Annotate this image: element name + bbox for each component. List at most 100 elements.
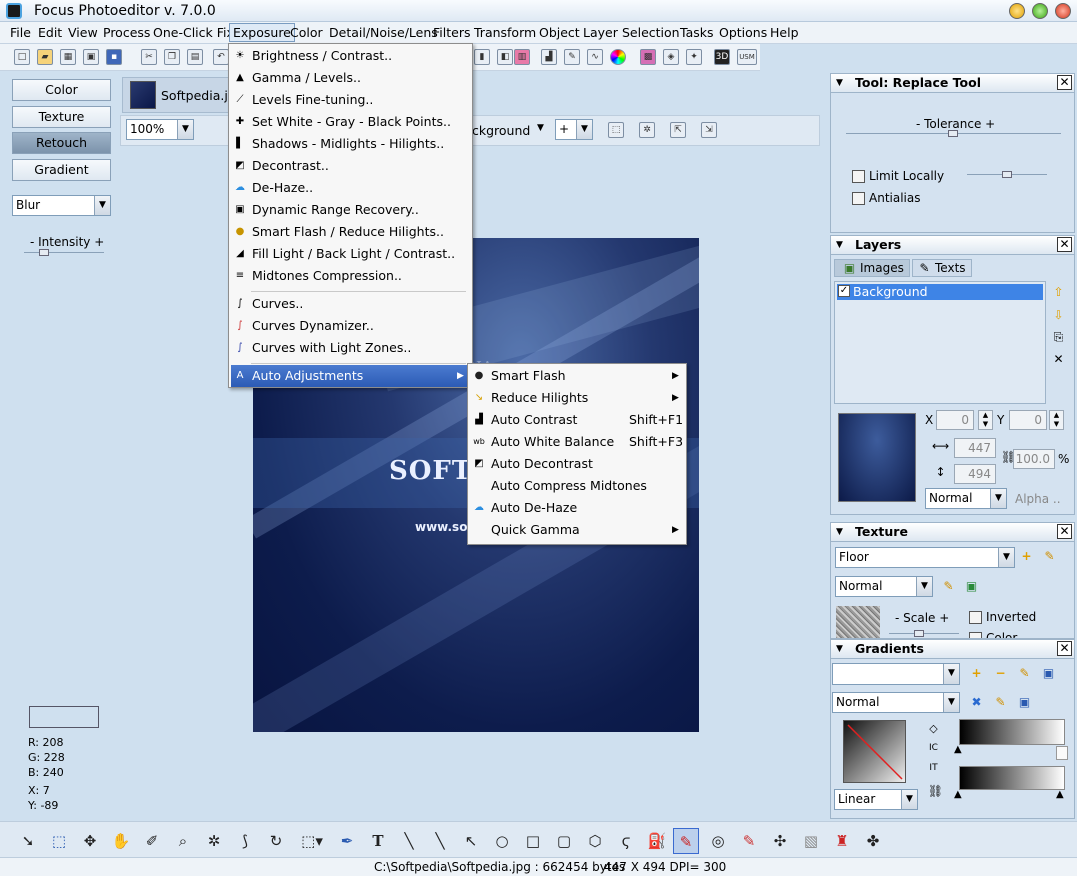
color-checkbox[interactable] bbox=[969, 632, 982, 638]
gradient-button[interactable]: Gradient bbox=[12, 159, 111, 181]
pen-icon[interactable]: ✎ bbox=[564, 49, 580, 65]
layer-y-input[interactable]: 0 bbox=[1009, 410, 1047, 430]
undo-icon[interactable]: ↶ bbox=[213, 49, 229, 65]
menu-fill-light[interactable]: ◢ Fill Light / Back Light / Contrast.. bbox=[231, 243, 470, 265]
retouch-tool-select[interactable]: Blur ▼ bbox=[12, 195, 111, 216]
tab-images[interactable]: ▣ Images bbox=[834, 259, 910, 277]
it-icon[interactable]: IT bbox=[925, 760, 942, 777]
load-icon[interactable]: ✎ bbox=[992, 694, 1009, 711]
scale-slider[interactable] bbox=[889, 633, 959, 634]
menu-auto-adjustments[interactable]: A Auto Adjustments ▶ bbox=[231, 365, 470, 387]
menu-options[interactable]: Options bbox=[719, 25, 767, 40]
menu-layer[interactable]: Layer bbox=[583, 25, 618, 40]
replace-tool-icon[interactable]: ✎ bbox=[673, 828, 699, 854]
open-icon[interactable]: ▰ bbox=[37, 49, 53, 65]
menu-curves[interactable]: ∫ Curves.. bbox=[231, 293, 470, 315]
save-icon[interactable]: ▣ bbox=[1040, 665, 1057, 682]
menu-dynamic-range[interactable]: ▣ Dynamic Range Recovery.. bbox=[231, 199, 470, 221]
fill-icon[interactable]: ⛽ bbox=[647, 831, 667, 851]
inverted-checkbox[interactable] bbox=[969, 611, 982, 624]
submenu-reduce-hilights[interactable]: ↘ Reduce Hilights ▶ bbox=[470, 387, 684, 409]
eraser-icon[interactable]: ▧ bbox=[801, 831, 821, 851]
curve-tool-icon[interactable]: ϛ bbox=[616, 831, 636, 851]
menu-filters[interactable]: Filters bbox=[433, 25, 470, 40]
texture-image-icon[interactable]: ▣ bbox=[963, 578, 980, 595]
y-spinner[interactable]: ▲ ▼ bbox=[1049, 410, 1064, 430]
submenu-auto-decontrast[interactable]: ◩ Auto Decontrast bbox=[470, 453, 684, 475]
background-mode-label[interactable]: ckground bbox=[472, 123, 530, 138]
close-icon[interactable]: ✕ bbox=[1057, 524, 1072, 539]
menu-midtones[interactable]: ≡ Midtones Compression.. bbox=[231, 265, 470, 287]
menu-levels-fine[interactable]: ⟋ Levels Fine-tuning.. bbox=[231, 89, 470, 111]
menu-file[interactable]: File bbox=[10, 25, 31, 40]
filter-c-icon[interactable]: ✦ bbox=[686, 49, 702, 65]
tools-icon[interactable]: ✖ bbox=[968, 694, 985, 711]
gradient-stop-right-top[interactable] bbox=[1056, 746, 1068, 760]
texture-select[interactable]: Floor ▼ bbox=[835, 547, 1015, 568]
select-rect-icon[interactable]: ⬚ bbox=[49, 831, 69, 851]
layer-opacity-input[interactable]: 100.0 bbox=[1013, 449, 1055, 469]
rectangle-icon[interactable]: □ bbox=[523, 831, 543, 851]
diamond-icon[interactable]: ◇ bbox=[925, 720, 942, 737]
free-lasso-icon[interactable]: ↻ bbox=[266, 831, 286, 851]
scale-thumb[interactable] bbox=[914, 630, 924, 637]
ellipse-icon[interactable]: ○ bbox=[492, 831, 512, 851]
hand-icon[interactable]: ✋ bbox=[111, 831, 131, 851]
limit-thumb[interactable] bbox=[1002, 171, 1012, 178]
cut-icon[interactable]: ✂ bbox=[141, 49, 157, 65]
usm-icon[interactable]: USM bbox=[737, 49, 757, 65]
intensity-slider[interactable] bbox=[24, 252, 104, 253]
save-as-icon[interactable]: ▣ bbox=[83, 49, 99, 65]
gradient-preview[interactable] bbox=[843, 720, 906, 783]
menu-object[interactable]: Object bbox=[539, 25, 580, 40]
maximize-button[interactable] bbox=[1032, 3, 1048, 19]
tool-b-icon[interactable]: ◧ bbox=[497, 49, 513, 65]
submenu-quick-gamma[interactable]: Quick Gamma ▶ bbox=[470, 519, 684, 541]
menu-selection[interactable]: Selection bbox=[622, 25, 680, 40]
close-icon[interactable]: ✕ bbox=[1057, 641, 1072, 656]
stamp-icon[interactable]: ♜ bbox=[832, 831, 852, 851]
gradient-stop-right-bottom[interactable]: ▲ bbox=[1056, 789, 1064, 800]
tool-a-icon[interactable]: ▮ bbox=[474, 49, 490, 65]
menu-brightness-contrast[interactable]: ☀ Brightness / Contrast.. bbox=[231, 45, 470, 67]
link-icon[interactable]: ⛓ bbox=[927, 783, 944, 800]
menu-exposure[interactable]: Exposure bbox=[229, 23, 295, 42]
marquee-icon[interactable]: ⬚▾ bbox=[297, 831, 327, 851]
load-icon[interactable]: ✎ bbox=[940, 578, 957, 595]
chevron-down-icon[interactable]: ▼ bbox=[537, 123, 544, 133]
gradient-type-select[interactable]: Linear ▼ bbox=[834, 789, 918, 810]
save-icon[interactable]: ▣ bbox=[1016, 694, 1033, 711]
submenu-auto-white-balance[interactable]: wb Auto White Balance Shift+F3 bbox=[470, 431, 684, 453]
retouch-tool-icon[interactable]: ✤ bbox=[863, 831, 883, 851]
minimize-button[interactable] bbox=[1009, 3, 1025, 19]
polygon-icon[interactable]: ⬡ bbox=[585, 831, 605, 851]
layers-panel-header[interactable]: ▼ Layers ✕ bbox=[830, 235, 1075, 255]
menu-decontrast[interactable]: ◩ Decontrast.. bbox=[231, 155, 470, 177]
close-icon[interactable]: ✕ bbox=[1057, 75, 1072, 90]
close-icon[interactable]: ✕ bbox=[1057, 237, 1072, 252]
add-icon[interactable]: + bbox=[968, 665, 985, 682]
color-button[interactable]: Color bbox=[12, 79, 111, 101]
select-rect-icon[interactable]: ⬚ bbox=[608, 122, 624, 138]
menu-shadows[interactable]: ▌ Shadows - Midlights - Hilights.. bbox=[231, 133, 470, 155]
tool-panel-header[interactable]: ▼ Tool: Replace Tool ✕ bbox=[830, 73, 1075, 93]
new-icon[interactable]: □ bbox=[14, 49, 30, 65]
menu-gamma-levels[interactable]: ▲ Gamma / Levels.. bbox=[231, 67, 470, 89]
layer-down-icon[interactable]: ⇩ bbox=[1050, 307, 1067, 324]
submenu-smart-flash[interactable]: ● Smart Flash ▶ bbox=[470, 365, 684, 387]
filter-a-icon[interactable]: ▩ bbox=[640, 49, 656, 65]
layer-delete-icon[interactable]: ✕ bbox=[1050, 351, 1067, 368]
text-tool-icon[interactable]: T bbox=[368, 831, 388, 851]
add-icon[interactable]: + bbox=[1018, 548, 1035, 565]
gradient-bar-bottom[interactable] bbox=[959, 766, 1065, 790]
menu-view[interactable]: View bbox=[68, 25, 98, 40]
submenu-auto-contrast[interactable]: ▟ Auto Contrast Shift+F1 bbox=[470, 409, 684, 431]
tolerance-thumb[interactable] bbox=[948, 130, 958, 137]
gradient-stop-left-top[interactable]: ▲ bbox=[954, 744, 962, 755]
hist-icon[interactable]: ▟ bbox=[541, 49, 557, 65]
color-wheel-icon[interactable] bbox=[610, 49, 626, 65]
copy-icon[interactable]: ❐ bbox=[164, 49, 180, 65]
remove-icon[interactable]: − bbox=[992, 665, 1009, 682]
layer-row-background[interactable]: ✓ Background bbox=[837, 284, 1043, 300]
submenu-auto-dehaze[interactable]: ☁ Auto De-Haze bbox=[470, 497, 684, 519]
